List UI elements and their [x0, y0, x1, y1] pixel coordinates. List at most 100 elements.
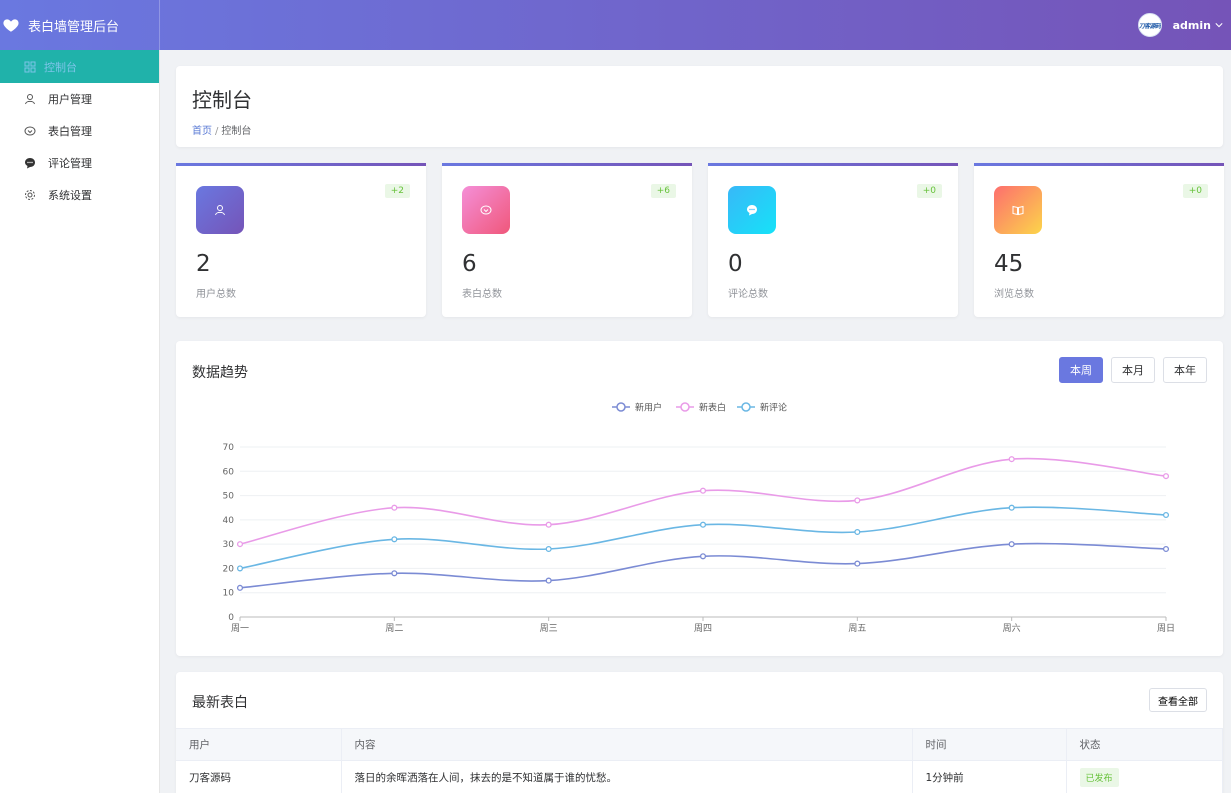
- data-point: [1008, 504, 1015, 511]
- legend-label: 新表白: [699, 402, 726, 414]
- data-point: [236, 565, 244, 572]
- cell-status: 已发布: [1066, 760, 1223, 793]
- view-all-button[interactable]: 查看全部: [1149, 688, 1207, 712]
- data-point: [545, 521, 552, 528]
- sidebar-item-label: 表白管理: [48, 125, 92, 138]
- latest-table: 用户 内容 时间 状态 刀客源码 落日的余晖洒落在人间，抹去的是不知道属于谁的忧…: [176, 728, 1223, 793]
- stat-delta-badge: +0: [1182, 184, 1208, 198]
- cell-time: 1分钟前: [912, 760, 1067, 793]
- data-point: [699, 487, 707, 494]
- data-point: [545, 545, 552, 553]
- breadcrumb: 首页 / 控制台: [192, 122, 1207, 137]
- data-point: [1008, 541, 1015, 548]
- trend-panel: 数据趋势 本周 本月 本年 0 10 20 30 40 50 60 70 周一 周二 周三 周四 周五 周…: [176, 341, 1223, 656]
- stat-label: 浏览总数: [994, 289, 1034, 300]
- trend-line-chart: 0 10 20 30 40 50 60 70 周一 周二 周三 周四 周五 周六 周日 新用户 新表白 新评论: [223, 402, 1175, 635]
- sidebar-item-label: 用户管理: [48, 93, 92, 106]
- chevron-down-icon[interactable]: [1215, 21, 1223, 29]
- stat-delta-badge: +2: [384, 184, 410, 198]
- data-point: [1008, 456, 1015, 463]
- stat-delta-badge: +6: [650, 184, 676, 198]
- range-switch: 本周 本月 本年: [1051, 357, 1207, 383]
- latest-title: 最新表白: [192, 695, 248, 711]
- breadcrumb-separator: /: [215, 126, 219, 137]
- page-title: 控制台: [192, 88, 252, 112]
- data-point: [699, 553, 707, 560]
- legend-marker: [616, 402, 626, 412]
- data-point: [854, 560, 861, 567]
- stat-value: 45: [994, 251, 1024, 277]
- table-row[interactable]: 刀客源码 落日的余晖洒落在人间，抹去的是不知道属于谁的忧愁。 1分钟前 已发布: [176, 760, 1223, 793]
- heart-icon: [3, 19, 19, 32]
- stat-value: 0: [728, 251, 743, 277]
- column-header-time: 时间: [912, 728, 1067, 761]
- sidebar-item-dashboard[interactable]: 控制台: [0, 50, 159, 83]
- latest-panel: 最新表白 查看全部 用户 内容 时间 状态 刀客源码 落日的余晖洒落在人间，抹去…: [176, 672, 1223, 793]
- legend-label: 新评论: [760, 402, 787, 414]
- data-point: [236, 584, 244, 591]
- gear-icon: [24, 189, 36, 201]
- book-icon: [994, 186, 1042, 234]
- range-week-button[interactable]: 本周: [1059, 357, 1103, 383]
- user-menu[interactable]: 刀客源码 admin: [1137, 0, 1223, 50]
- column-header-user: 用户: [176, 728, 342, 761]
- data-point: [1162, 473, 1170, 480]
- sidebar-item-settings[interactable]: 系统设置: [0, 179, 159, 211]
- sidebar-item-comments[interactable]: 评论管理: [0, 147, 159, 179]
- stat-label: 用户总数: [196, 289, 236, 300]
- y-tick-label: 40: [223, 516, 235, 526]
- sidebar-item-users[interactable]: 用户管理: [0, 83, 159, 115]
- cell-content: 落日的余晖洒落在人间，抹去的是不知道属于谁的忧愁。: [341, 760, 913, 793]
- x-tick-label: 周日: [1157, 623, 1175, 634]
- data-point: [391, 536, 398, 543]
- data-point: [545, 577, 552, 584]
- comment-icon: [728, 186, 776, 234]
- sidebar-item-label: 系统设置: [48, 189, 92, 202]
- x-tick-label: 周二: [385, 623, 403, 634]
- data-point: [699, 521, 707, 528]
- stat-value: 2: [196, 251, 211, 277]
- x-tick-label: 周五: [848, 623, 866, 634]
- range-year-button[interactable]: 本年: [1163, 357, 1207, 383]
- x-tick-label: 周三: [540, 623, 558, 634]
- brand[interactable]: 表白墙管理后台: [0, 0, 160, 50]
- heart-chat-icon: [24, 125, 36, 137]
- stat-card-confessions: +6 6 表白总数: [442, 163, 692, 317]
- data-point: [854, 528, 861, 536]
- page-header: 控制台 首页 / 控制台: [176, 66, 1223, 147]
- legend-marker: [741, 402, 751, 412]
- y-tick-label: 60: [223, 467, 235, 477]
- stat-value: 6: [462, 251, 477, 277]
- table-header-row: 用户 内容 时间 状态: [176, 728, 1223, 761]
- y-tick-label: 50: [223, 492, 235, 502]
- user-icon: [196, 186, 244, 234]
- y-tick-label: 20: [223, 564, 235, 574]
- data-point: [854, 497, 861, 504]
- heart-chat-icon: [462, 186, 510, 234]
- sidebar-item-label: 控制台: [44, 60, 77, 74]
- comment-icon: [24, 157, 36, 169]
- x-tick-label: 周六: [1003, 622, 1021, 634]
- username[interactable]: admin: [1173, 19, 1211, 32]
- dashboard-icon: [24, 61, 36, 72]
- user-icon: [24, 93, 36, 105]
- cell-user: 刀客源码: [176, 760, 342, 793]
- breadcrumb-home[interactable]: 首页: [192, 126, 212, 137]
- breadcrumb-current: 控制台: [221, 126, 252, 137]
- series-line: [239, 542, 1167, 589]
- data-point: [391, 570, 398, 577]
- status-badge: 已发布: [1079, 768, 1119, 788]
- legend-label: 新用户: [635, 402, 662, 414]
- sidebar: 控制台 用户管理 表白管理 评论管理 系统设置: [0, 50, 160, 793]
- legend-marker: [680, 402, 690, 412]
- avatar[interactable]: 刀客源码: [1137, 13, 1162, 37]
- sidebar-item-label: 评论管理: [48, 157, 92, 170]
- range-month-button[interactable]: 本月: [1111, 357, 1155, 383]
- stat-delta-badge: +0: [916, 184, 942, 198]
- trend-title: 数据趋势: [192, 365, 248, 381]
- stat-label: 评论总数: [728, 289, 768, 300]
- sidebar-item-confessions[interactable]: 表白管理: [0, 115, 159, 147]
- y-tick-label: 70: [223, 443, 235, 453]
- data-point: [1162, 511, 1170, 519]
- y-tick-label: 0: [228, 613, 234, 623]
